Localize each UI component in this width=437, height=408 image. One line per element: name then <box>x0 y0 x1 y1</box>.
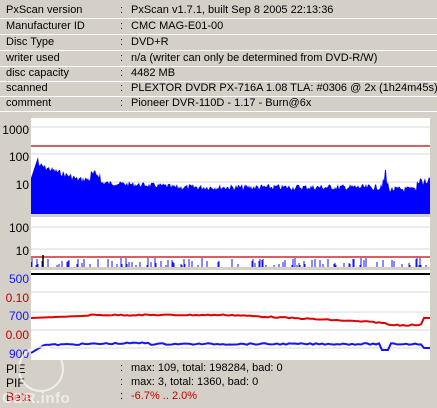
info-row: Disc Type: DVD+R <box>0 35 437 50</box>
info-row: comment: Pioneer DVR-110D - 1.17 - Burn@6… <box>0 96 437 111</box>
legend-beta-colon: : <box>120 390 124 402</box>
legend-pif-colon: : <box>120 376 124 388</box>
pie-axis-label-1000: 1000 <box>2 123 29 137</box>
info-row: writer used: n/a (writer can only be dete… <box>0 51 437 66</box>
beta-series-line <box>31 313 430 327</box>
info-label: PxScan version <box>6 4 83 16</box>
info-colon: : <box>120 82 124 94</box>
info-label: disc capacity <box>6 67 69 79</box>
beta-jitter-chart <box>31 270 430 360</box>
beta-axis-label-0-10: 0.10 <box>5 291 29 305</box>
info-value: CMC MAG-E01-00 <box>131 20 224 32</box>
pie-axis-label-10: 10 <box>15 178 29 192</box>
pif-chart <box>31 217 430 267</box>
jitter-axis-label-700: 700 <box>8 309 29 323</box>
legend-pif: PIF : max: 3, total: 1360, bad: 0 <box>0 376 437 390</box>
pie-error-area <box>31 157 430 214</box>
pie-chart <box>31 118 430 214</box>
pif-axis-label-10: 10 <box>15 244 29 258</box>
info-colon: : <box>120 97 124 109</box>
info-value: 4482 MB <box>131 67 176 79</box>
info-colon: : <box>120 4 124 16</box>
info-value: PLEXTOR DVDR PX-716A 1.08 TLA: #0306 @ 2… <box>131 82 437 94</box>
info-row: disc capacity:4482 MB <box>0 66 437 81</box>
info-colon: : <box>120 20 124 32</box>
info-value: Pioneer DVR-110D - 1.17 - Burn@6x <box>131 97 312 109</box>
info-row: Manufacturer ID: CMC MAG-E01-00 <box>0 19 437 34</box>
info-colon: : <box>120 67 124 79</box>
info-label: Manufacturer ID <box>6 20 85 32</box>
info-row: PxScan version: PxScan v1.7.1, built Sep … <box>0 3 437 18</box>
legend-beta-value: -6.7% .. 2.0% <box>131 390 198 402</box>
legend-pie-colon: : <box>120 362 124 374</box>
legend-pif-value: max: 3, total: 1360, bad: 0 <box>131 376 259 388</box>
info-colon: : <box>120 36 124 48</box>
info-value: DVD+R <box>131 36 169 48</box>
info-row: scanned: PLEXTOR DVDR PX-716A 1.08 TLA: #… <box>0 81 437 96</box>
beta-axis-label-0-00: 0.00 <box>5 328 29 342</box>
info-label: writer used <box>6 52 60 64</box>
legend-pie: PIE : max: 109, total: 198284, bad: 0 <box>0 362 437 376</box>
watermark-logo-circle <box>18 346 64 392</box>
jitter-axis-label-500: 500 <box>8 272 29 286</box>
info-colon: : <box>120 52 124 64</box>
pie-axis-label-100: 100 <box>8 150 29 164</box>
info-value: n/a (writer can only be determined from … <box>131 52 378 64</box>
info-divider <box>0 111 437 112</box>
info-label: scanned <box>6 82 48 94</box>
pif-axis-label-100: 100 <box>8 221 29 235</box>
info-value: PxScan v1.7.1, built Sep 8 2005 22:13:36 <box>131 4 334 16</box>
legend-pie-value: max: 109, total: 198284, bad: 0 <box>131 362 283 374</box>
watermark-logo-text: CDR.info <box>2 390 71 407</box>
info-label: comment <box>6 97 52 109</box>
info-label: Disc Type <box>6 36 55 48</box>
